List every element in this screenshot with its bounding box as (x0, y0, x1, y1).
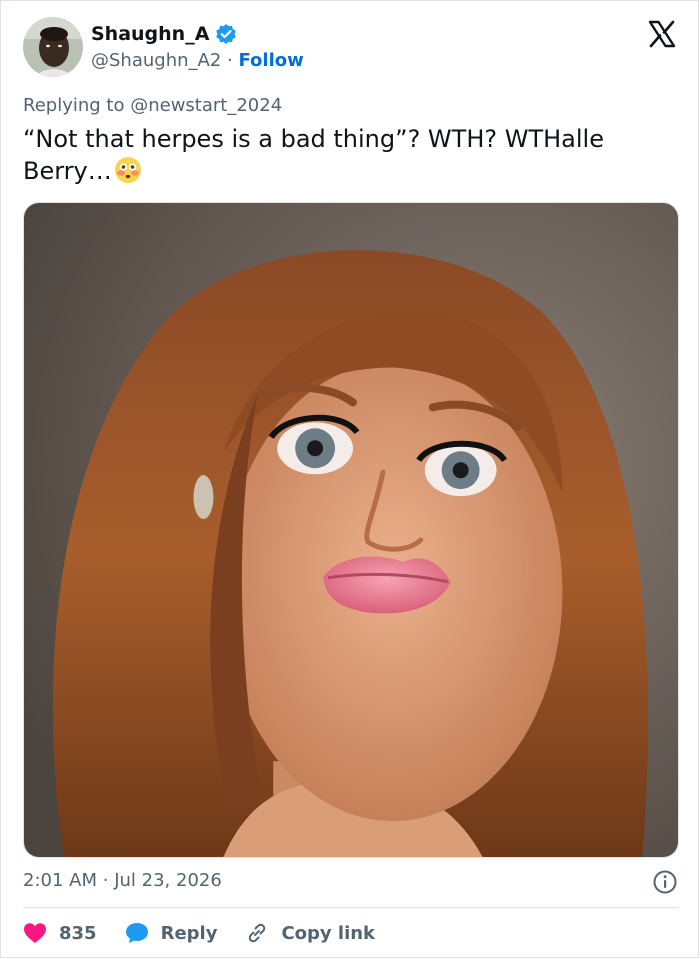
tweet-body: “Not that herpes is a bad thing”? WTH? W… (23, 125, 604, 185)
like-count: 835 (59, 922, 97, 944)
x-logo-icon[interactable] (647, 19, 677, 49)
author-handle[interactable]: @Shaughn_A2 (91, 50, 221, 71)
reply-bubble-icon (125, 923, 148, 943)
tweet-media-image[interactable] (23, 202, 679, 858)
copy-link-label: Copy link (281, 922, 376, 944)
follow-button[interactable]: Follow (238, 50, 303, 71)
author-handle-row: @Shaughn_A2 · Follow (91, 49, 304, 73)
flushed-face-emoji-icon (114, 156, 142, 184)
author-display-name[interactable]: Shaughn_A (91, 22, 209, 46)
action-bar: 835 Reply Copy link (23, 918, 403, 948)
reply-button[interactable]: Reply (125, 922, 218, 944)
reply-label: Reply (160, 922, 218, 944)
reply-mention-link[interactable]: @newstart_2024 (130, 95, 282, 116)
divider (23, 907, 679, 908)
timestamp-separator: · (102, 870, 109, 891)
author-avatar[interactable] (23, 17, 83, 77)
doll-face-photo (24, 203, 678, 857)
tweet-date: Jul 23, 2026 (114, 870, 222, 891)
heart-icon (24, 923, 46, 943)
info-icon[interactable] (652, 869, 678, 895)
tweet-card: Shaughn_A @Shaughn_A2 · Follow Replying … (0, 0, 699, 958)
handle-separator: · (227, 50, 233, 71)
verified-badge-icon (215, 23, 237, 45)
tweet-time: 2:01 AM (23, 870, 97, 891)
tweet-text: “Not that herpes is a bad thing”? WTH? W… (23, 123, 673, 187)
link-icon (249, 923, 266, 943)
replying-to-line: Replying to @newstart_2024 (23, 94, 282, 118)
copy-link-button[interactable]: Copy link (245, 921, 375, 945)
replying-to-label: Replying to (23, 95, 125, 116)
tweet-timestamp[interactable]: 2:01 AM · Jul 23, 2026 (23, 869, 222, 893)
author-name-row: Shaughn_A (91, 22, 237, 46)
like-button[interactable]: 835 (23, 922, 97, 944)
